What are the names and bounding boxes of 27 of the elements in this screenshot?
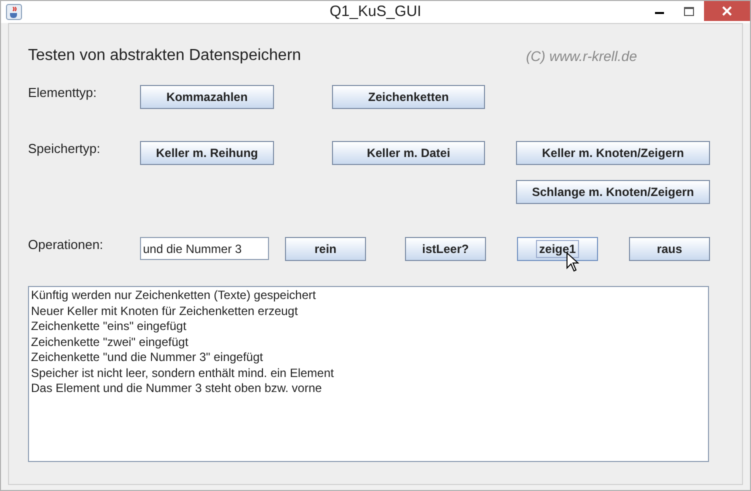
log-line: Zeichenkette "und die Nummer 3" eingefügt <box>31 350 264 366</box>
action-button[interactable]: Kommazahlen <box>140 85 274 109</box>
action-button[interactable]: raus <box>629 237 710 261</box>
log-line: Zeichenkette "eins" eingefügt <box>31 319 188 334</box>
close-icon <box>722 6 732 16</box>
action-button[interactable]: Keller m. Reihung <box>140 141 274 165</box>
output-text-area[interactable] <box>28 286 709 462</box>
action-button[interactable]: Schlange m. Knoten/Zeigern <box>516 180 710 204</box>
row-label: Speichertyp: <box>28 140 102 158</box>
action-button[interactable]: Zeichenketten <box>332 85 485 109</box>
row-label: Elementtyp: <box>28 84 98 102</box>
log-line: Neuer Keller mit Knoten für Zeichenketten erzeugt <box>31 304 299 319</box>
action-button[interactable]: Keller m. Knoten/Zeigern <box>516 141 710 165</box>
window-title: Q1_KuS_GUI <box>330 2 422 22</box>
log-line: Zeichenkette "zwei" eingefügt <box>31 334 190 350</box>
java-cup-icon <box>6 4 22 20</box>
log-line: Künftig werden nur Zeichenketten (Texte) gespeichert <box>31 288 317 304</box>
copyright-text: (C) www.r-krell.de <box>526 46 637 66</box>
action-button[interactable]: rein <box>285 237 366 261</box>
log-line: Speicher ist nicht leer, sondern enthält mind. ein Element <box>31 366 335 381</box>
action-button[interactable]: Keller m. Datei <box>332 141 485 165</box>
row-label: Operationen: <box>28 236 104 254</box>
input-field[interactable]: und die Nummer 3 <box>140 237 269 260</box>
close-button[interactable] <box>704 1 750 21</box>
heading: Testen von abstrakten Datenspeichern <box>28 46 302 66</box>
log-line: Das Element und die Nummer 3 steht oben bzw. vorne <box>31 381 323 396</box>
action-button[interactable]: istLeer? <box>405 237 486 261</box>
